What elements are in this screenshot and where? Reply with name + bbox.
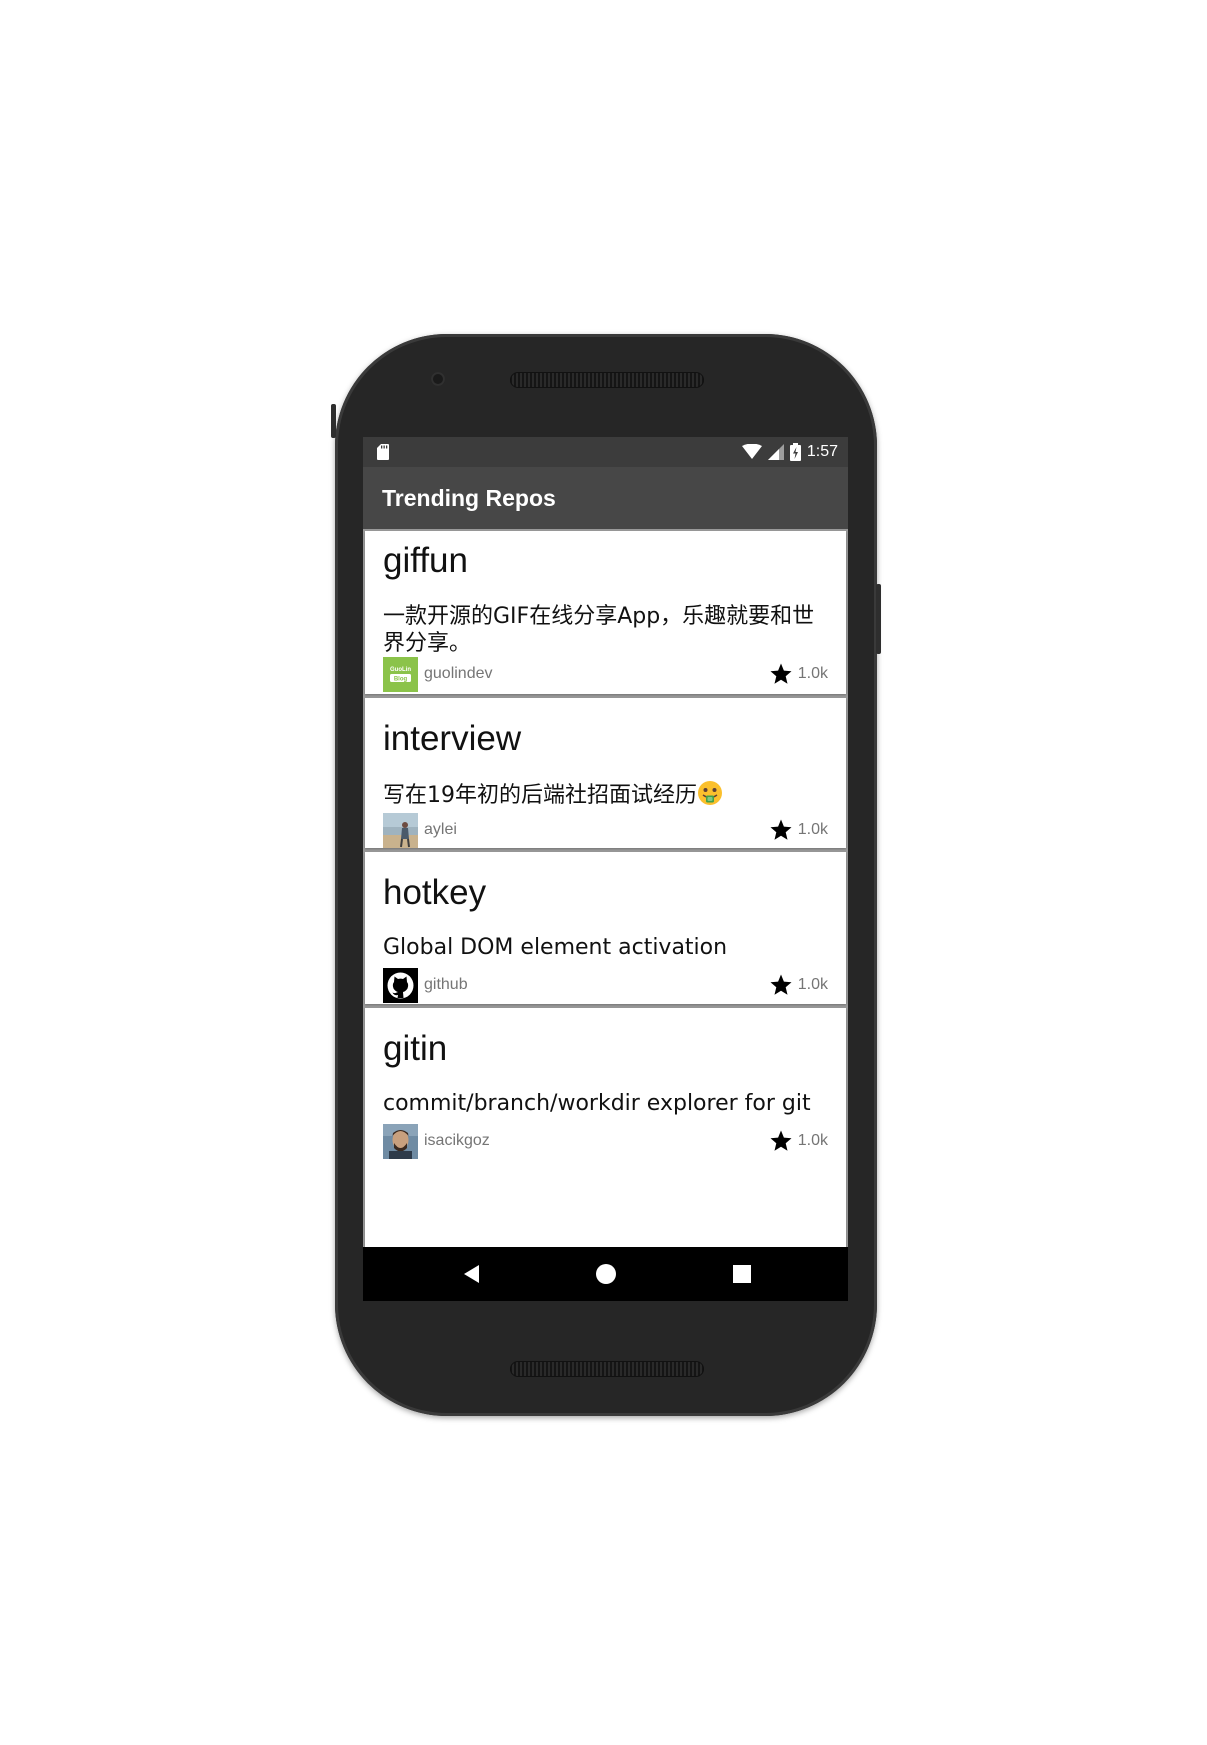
star-count: 1.0k [797,976,828,993]
repo-owner-row: github 1.0k [383,968,828,1003]
navigation-bar [363,1247,848,1301]
repo-description: commit/branch/workdir explorer for git [383,1091,811,1116]
star-count: 1.0k [797,1132,828,1149]
repo-description: 一款开源的GIF在线分享App，乐趣就要和世界分享。 [383,604,815,656]
repo-list[interactable]: giffun 一款开源的GIF在线分享App，乐趣就要和世界分享。 GuoLin… [363,529,848,1247]
status-icons: 1:57 [741,441,838,463]
front-camera [431,372,445,386]
power-button [876,584,881,654]
canvas: 1:57 Trending Repos giffun 一款开源的GIF在线分享A… [0,0,1207,1745]
back-icon [464,1265,479,1283]
repo-card[interactable]: giffun 一款开源的GIF在线分享App，乐趣就要和世界分享。 GuoLin… [365,531,846,694]
sd-card-icon [377,444,389,460]
repo-owner-row: GuoLin Blog guolindev 1.0k [383,657,828,692]
wifi-icon [741,444,762,459]
aylei-photo-avatar[interactable] [383,813,418,848]
repo-description: 写在19年初的后端社招面试经历 [383,780,831,809]
owner-name[interactable]: aylei [424,821,457,839]
home-icon [596,1264,616,1284]
star-count: 1.0k [797,821,828,838]
owner-name[interactable]: github [424,976,468,994]
guolin-blog-avatar[interactable]: GuoLin Blog [383,657,418,692]
repo-owner-row: isacikgoz 1.0k [383,1124,828,1159]
avatar-badge-line1: GuoLin [390,667,411,673]
star-count-group: 1.0k [769,660,828,688]
status-time: 1:57 [806,443,838,460]
star-count-group: 1.0k [769,971,828,999]
repo-name: interview [383,719,522,758]
star-icon [770,819,792,840]
recents-icon [733,1265,751,1283]
phone-screen: 1:57 Trending Repos giffun 一款开源的GIF在线分享A… [363,437,848,1301]
repo-description-text: 写在19年初的后端社招面试经历 [383,783,697,808]
money-mouth-face-emoji [698,781,722,805]
signal-icon [767,444,784,460]
app-toolbar: Trending Repos [363,467,848,529]
home-button[interactable] [592,1260,620,1288]
owner-name[interactable]: isacikgoz [424,1132,490,1150]
avatar-badge-line2: Blog [394,677,408,683]
github-octocat-avatar[interactable] [383,968,418,1003]
bottom-speaker [510,1361,704,1377]
earpiece-speaker [510,372,704,388]
isacikgoz-photo-avatar[interactable] [383,1124,418,1159]
star-icon [770,663,792,684]
repo-name: giffun [383,541,468,580]
volume-button [331,404,336,438]
toolbar-title: Trending Repos [382,485,556,511]
repo-card[interactable]: gitin commit/branch/workdir explorer for… [365,1008,846,1247]
repo-name: gitin [383,1029,448,1068]
back-button[interactable] [458,1260,486,1288]
star-count-group: 1.0k [769,1127,828,1155]
star-count-group: 1.0k [769,816,828,844]
recents-button[interactable] [728,1260,756,1288]
star-icon [770,1130,792,1151]
repo-owner-row: aylei 1.0k [383,813,828,848]
star-icon [770,974,792,995]
repo-card[interactable]: hotkey Global DOM element activation git… [365,852,846,1004]
repo-name: hotkey [383,873,487,912]
repo-card[interactable]: interview 写在19年初的后端社招面试经历 aylei 1.0k [365,698,846,848]
phone-frame: 1:57 Trending Repos giffun 一款开源的GIF在线分享A… [331,334,881,1416]
battery-charging-icon [789,443,801,461]
status-bar: 1:57 [363,437,848,467]
repo-description: Global DOM element activation [383,935,728,960]
owner-name[interactable]: guolindev [424,665,493,683]
star-count: 1.0k [797,665,828,682]
